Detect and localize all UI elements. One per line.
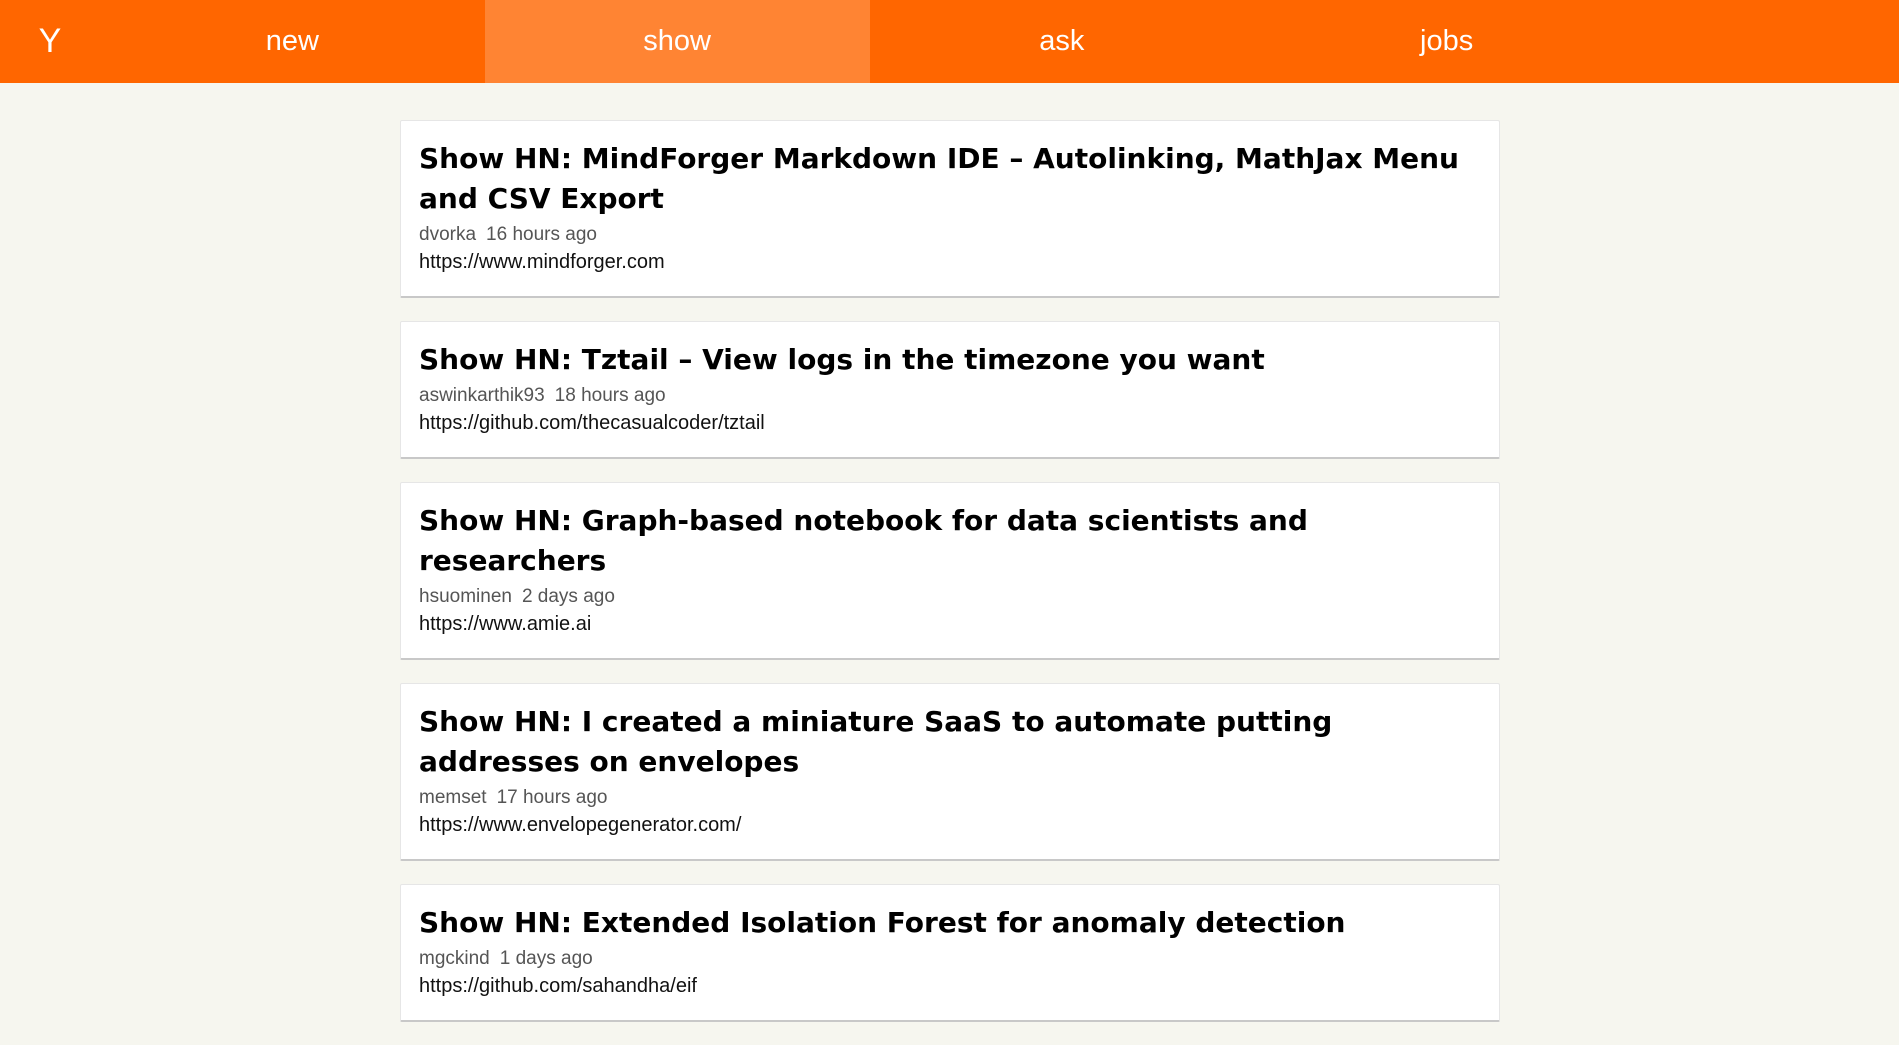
story-time: 17 hours ago — [496, 787, 608, 808]
story-list: Show HN: MindForger Markdown IDE – Autol… — [400, 120, 1500, 1045]
nav-show[interactable]: show — [484, 0, 870, 83]
story-url[interactable]: https://github.com/thecasualcoder/tztail — [419, 409, 1481, 437]
story-meta: memset 17 hours ago — [419, 785, 1481, 811]
story-time: 2 days ago — [521, 586, 615, 607]
nav-ask[interactable]: ask — [870, 0, 1255, 83]
story-title[interactable]: Show HN: Graph-based notebook for data s… — [419, 501, 1481, 581]
story-card: Show HN: MindForger Markdown IDE – Autol… — [400, 120, 1500, 298]
story-title[interactable]: Show HN: Extended Isolation Forest for a… — [419, 903, 1481, 943]
story-author[interactable]: hsuominen — [419, 586, 512, 607]
logo[interactable]: Y — [0, 0, 100, 83]
story-author[interactable]: mgckind — [419, 948, 490, 969]
story-time: 1 days ago — [499, 948, 593, 969]
story-card: Show HN: Graph-based notebook for data s… — [400, 482, 1500, 660]
story-meta: hsuominen 2 days ago — [419, 584, 1481, 610]
story-time: 16 hours ago — [486, 224, 597, 245]
story-title[interactable]: Show HN: MindForger Markdown IDE – Autol… — [419, 139, 1481, 219]
story-time: 18 hours ago — [554, 385, 666, 406]
story-meta: aswinkarthik93 18 hours ago — [419, 383, 1481, 409]
story-meta: mgckind 1 days ago — [419, 946, 1481, 972]
story-card: Show HN: Extended Isolation Forest for a… — [400, 884, 1500, 1022]
story-card: Show HN: Tztail – View logs in the timez… — [400, 321, 1500, 459]
story-author[interactable]: memset — [419, 787, 487, 808]
story-card: Show HN: I created a miniature SaaS to a… — [400, 683, 1500, 861]
nav-new[interactable]: new — [100, 0, 485, 83]
story-url[interactable]: https://www.amie.ai — [419, 610, 1481, 638]
story-url[interactable]: https://www.envelopegenerator.com/ — [419, 811, 1481, 839]
top-nav-bar: Y new show ask jobs — [0, 0, 1899, 83]
story-title[interactable]: Show HN: I created a miniature SaaS to a… — [419, 702, 1481, 782]
story-title[interactable]: Show HN: Tztail – View logs in the timez… — [419, 340, 1481, 380]
nav-jobs[interactable]: jobs — [1254, 0, 1639, 83]
story-url[interactable]: https://github.com/sahandha/eif — [419, 972, 1481, 1000]
story-author[interactable]: aswinkarthik93 — [419, 385, 545, 406]
story-url[interactable]: https://www.mindforger.com — [419, 248, 1481, 276]
story-author[interactable]: dvorka — [419, 224, 476, 245]
story-meta: dvorka 16 hours ago — [419, 222, 1481, 248]
